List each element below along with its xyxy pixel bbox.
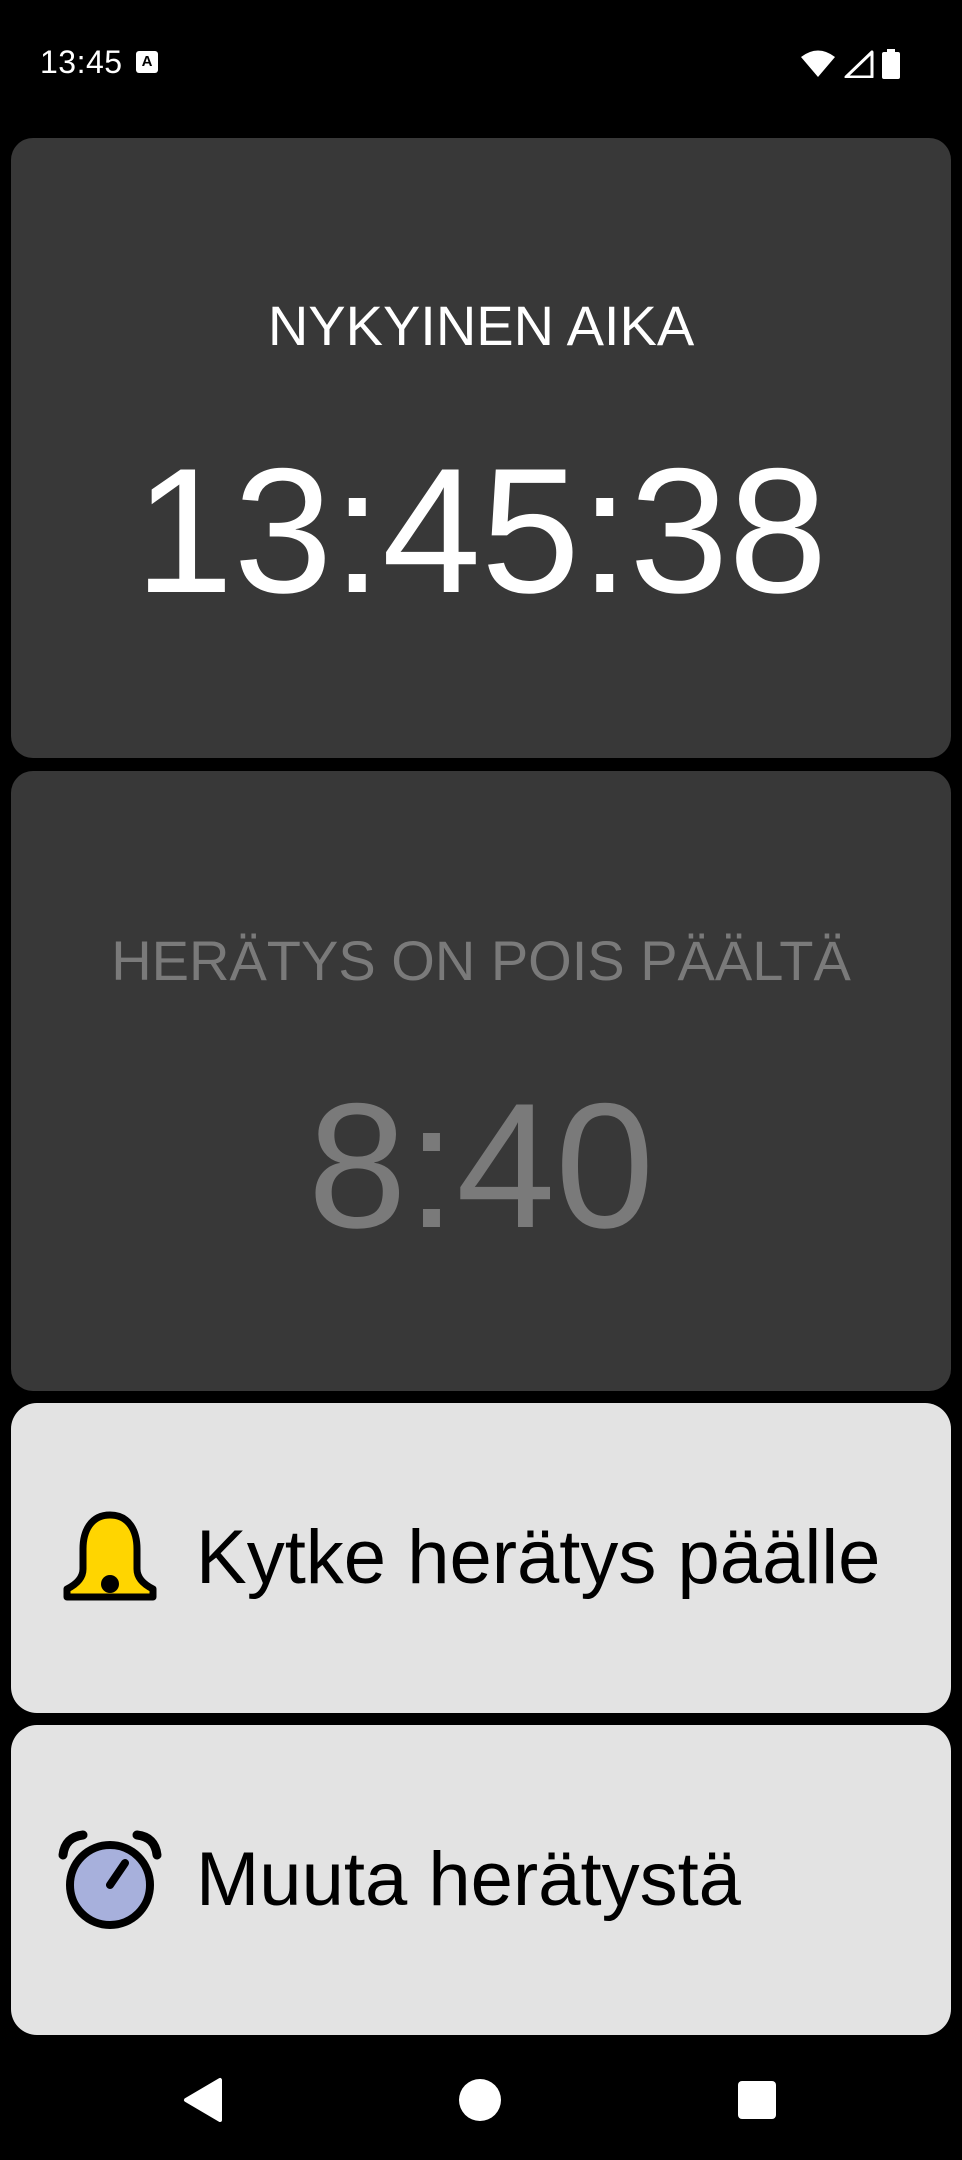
status-icons (800, 48, 900, 80)
navigation-bar (0, 2040, 962, 2160)
alarm-clock-icon (58, 1830, 162, 1929)
bell-icon (63, 1511, 157, 1601)
recents-icon[interactable] (727, 2070, 787, 2130)
alarm-status-title: HERÄTYS ON POIS PÄÄLTÄ (111, 929, 851, 992)
status-bar: 13:45 A (0, 0, 962, 128)
battery-icon (882, 49, 900, 79)
toggle-alarm-button[interactable]: Kytke herätys päälle (11, 1403, 951, 1713)
change-alarm-button[interactable]: Muuta herätystä (11, 1725, 951, 2035)
alarm-status-card: HERÄTYS ON POIS PÄÄLTÄ 8:40 (11, 771, 951, 1391)
toggle-alarm-label: Kytke herätys päälle (196, 1515, 881, 1600)
alarm-time-display: 8:40 (307, 1066, 655, 1265)
status-time: 13:45 (40, 44, 123, 80)
change-alarm-label: Muuta herätystä (196, 1837, 741, 1922)
current-time-title: NYKYINEN AIKA (267, 294, 695, 357)
wifi-icon (801, 50, 835, 77)
current-time-card: NYKYINEN AIKA 13:45:38 (11, 138, 951, 758)
current-time-display: 13:45:38 (134, 431, 828, 630)
a-icon: A (136, 51, 158, 73)
home-icon[interactable] (450, 2070, 510, 2130)
signal-icon (844, 50, 874, 78)
back-icon[interactable] (174, 2070, 234, 2130)
